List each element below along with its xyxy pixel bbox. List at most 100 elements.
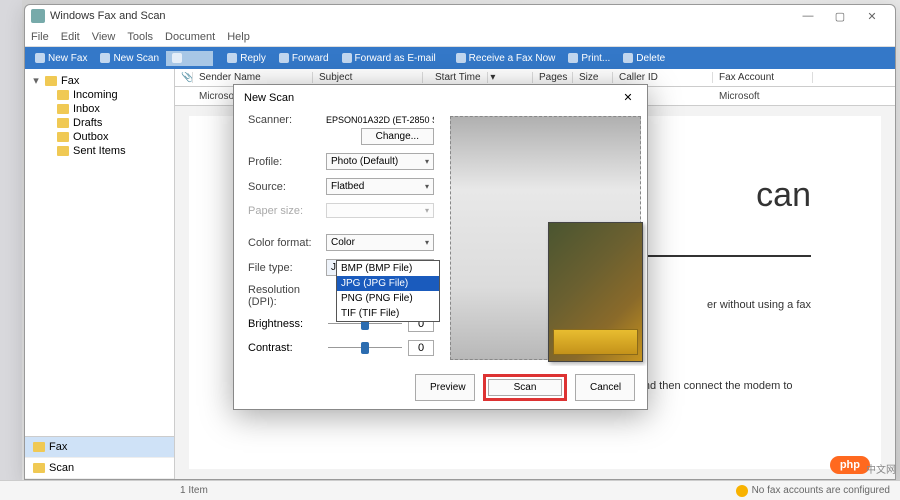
php-watermark-text: 中文网 bbox=[866, 461, 896, 476]
tree-drafts[interactable]: Drafts bbox=[57, 116, 168, 130]
menubar: File Edit View Tools Document Help bbox=[25, 27, 895, 47]
sidebar: ▾Fax Incoming Inbox Drafts Outbox Sent I… bbox=[25, 69, 175, 479]
folder-icon bbox=[57, 118, 69, 128]
new-scan-icon bbox=[100, 53, 110, 63]
scan-preview-area[interactable] bbox=[450, 116, 641, 360]
scan-preview-pane bbox=[444, 110, 647, 366]
tree-root-fax[interactable]: ▾Fax bbox=[31, 73, 168, 88]
toolbar-delete[interactable]: Delete bbox=[617, 51, 671, 66]
file-type-label: File type: bbox=[248, 262, 322, 274]
minimize-button[interactable]: — bbox=[799, 10, 817, 23]
close-button[interactable]: ✕ bbox=[863, 10, 881, 23]
scan-button-highlight: Scan bbox=[483, 374, 567, 401]
toolbar-new-fax[interactable]: New Fax bbox=[29, 51, 93, 66]
col-subject[interactable]: Subject bbox=[313, 72, 423, 83]
dialog-titlebar: New Scan ✕ bbox=[234, 85, 647, 110]
col-account[interactable]: Fax Account bbox=[713, 72, 813, 83]
toolbar-receive-fax[interactable]: Receive a Fax Now bbox=[450, 51, 562, 66]
tree-sent-items[interactable]: Sent Items bbox=[57, 144, 168, 158]
folder-icon bbox=[57, 146, 69, 156]
col-start-time[interactable]: Start Time ▾ bbox=[423, 72, 533, 83]
menu-file[interactable]: File bbox=[31, 31, 49, 43]
file-type-dropdown: BMP (BMP File) JPG (JPG File) PNG (PNG F… bbox=[336, 260, 440, 322]
folder-icon bbox=[57, 104, 69, 114]
new-fax-icon bbox=[35, 53, 45, 63]
tree-incoming[interactable]: Incoming bbox=[57, 88, 168, 102]
chevron-down-icon: ▾ bbox=[425, 157, 429, 166]
profile-label: Profile: bbox=[248, 156, 322, 168]
tree-outbox[interactable]: Outbox bbox=[57, 130, 168, 144]
dialog-actions: Preview Scan Cancel bbox=[234, 366, 647, 409]
col-sender[interactable]: Sender Name bbox=[193, 72, 313, 83]
slider-thumb[interactable] bbox=[361, 342, 369, 354]
menu-help[interactable]: Help bbox=[227, 31, 250, 43]
toolbar-new-scan[interactable]: New Scan bbox=[94, 51, 165, 66]
window-controls: — ▢ ✕ bbox=[799, 10, 889, 23]
dialog-form: Scanner: EPSON01A32D (ET-2850 Ser...) Ch… bbox=[234, 110, 444, 366]
statusbar: 1 Item No fax accounts are configured bbox=[0, 480, 900, 500]
sidebar-tabs: Fax Scan bbox=[25, 436, 174, 479]
scanner-label: Scanner: bbox=[248, 114, 322, 126]
forward-email-icon bbox=[342, 53, 352, 63]
brightness-label: Brightness: bbox=[248, 318, 322, 330]
blank-icon bbox=[172, 53, 182, 63]
toolbar-forward[interactable]: Forward bbox=[273, 51, 335, 66]
folder-icon bbox=[57, 132, 69, 142]
file-type-option-jpg[interactable]: JPG (JPG File) bbox=[337, 276, 439, 291]
file-type-option-png[interactable]: PNG (PNG File) bbox=[337, 291, 439, 306]
tab-scan[interactable]: Scan bbox=[25, 458, 174, 479]
contrast-slider[interactable] bbox=[328, 345, 402, 351]
app-title: Windows Fax and Scan bbox=[50, 10, 166, 22]
forward-icon bbox=[279, 53, 289, 63]
resolution-label: Resolution (DPI): bbox=[248, 284, 322, 308]
contrast-value[interactable]: 0 bbox=[408, 340, 434, 356]
col-size[interactable]: Size bbox=[573, 72, 613, 83]
warning-icon bbox=[736, 485, 748, 497]
app-icon bbox=[31, 9, 45, 23]
tab-fax[interactable]: Fax bbox=[25, 437, 174, 458]
change-scanner-button[interactable]: Change... bbox=[361, 128, 434, 145]
paper-size-label: Paper size: bbox=[248, 205, 322, 217]
col-pages[interactable]: Pages bbox=[533, 72, 573, 83]
scan-tab-icon bbox=[33, 463, 45, 473]
php-watermark-badge: php bbox=[830, 456, 870, 474]
col-attachment[interactable]: 📎 bbox=[175, 72, 193, 83]
source-select[interactable]: Flatbed▾ bbox=[326, 178, 434, 195]
fax-tab-icon bbox=[33, 442, 45, 452]
source-label: Source: bbox=[248, 181, 322, 193]
menu-document[interactable]: Document bbox=[165, 31, 215, 43]
menu-tools[interactable]: Tools bbox=[127, 31, 153, 43]
toolbar-selected-blank[interactable] bbox=[166, 51, 213, 66]
file-type-option-bmp[interactable]: BMP (BMP File) bbox=[337, 261, 439, 276]
desktop-taskbar-stub bbox=[0, 0, 22, 500]
chevron-down-icon: ▾ bbox=[425, 182, 429, 191]
cell-account: Microsoft bbox=[713, 91, 813, 102]
receive-fax-icon bbox=[456, 53, 466, 63]
toolbar: New Fax New Scan Reply Forward Forward a… bbox=[25, 47, 895, 69]
titlebar: Windows Fax and Scan — ▢ ✕ bbox=[25, 5, 895, 27]
col-callerid[interactable]: Caller ID bbox=[613, 72, 713, 83]
print-icon bbox=[568, 53, 578, 63]
menu-edit[interactable]: Edit bbox=[61, 31, 80, 43]
status-item-count: 1 Item bbox=[180, 485, 208, 496]
scanner-value: EPSON01A32D (ET-2850 Ser...) bbox=[326, 115, 434, 125]
contrast-label: Contrast: bbox=[248, 342, 322, 354]
dialog-close-button[interactable]: ✕ bbox=[619, 91, 637, 104]
toolbar-print[interactable]: Print... bbox=[562, 51, 616, 66]
status-warning: No fax accounts are configured bbox=[752, 485, 890, 496]
chevron-down-icon: ▾ bbox=[425, 238, 429, 247]
dialog-title: New Scan bbox=[244, 92, 294, 104]
file-type-option-tif[interactable]: TIF (TIF File) bbox=[337, 306, 439, 321]
color-format-select[interactable]: Color▾ bbox=[326, 234, 434, 251]
preview-button[interactable]: Preview bbox=[415, 374, 475, 401]
profile-select[interactable]: Photo (Default)▾ bbox=[326, 153, 434, 170]
folder-icon bbox=[57, 90, 69, 100]
tree-inbox[interactable]: Inbox bbox=[57, 102, 168, 116]
scan-button[interactable]: Scan bbox=[488, 379, 562, 396]
toolbar-forward-email[interactable]: Forward as E-mail bbox=[336, 51, 442, 66]
toolbar-reply[interactable]: Reply bbox=[221, 51, 272, 66]
cancel-button[interactable]: Cancel bbox=[575, 374, 635, 401]
menu-view[interactable]: View bbox=[92, 31, 116, 43]
reply-icon bbox=[227, 53, 237, 63]
maximize-button[interactable]: ▢ bbox=[831, 10, 849, 23]
